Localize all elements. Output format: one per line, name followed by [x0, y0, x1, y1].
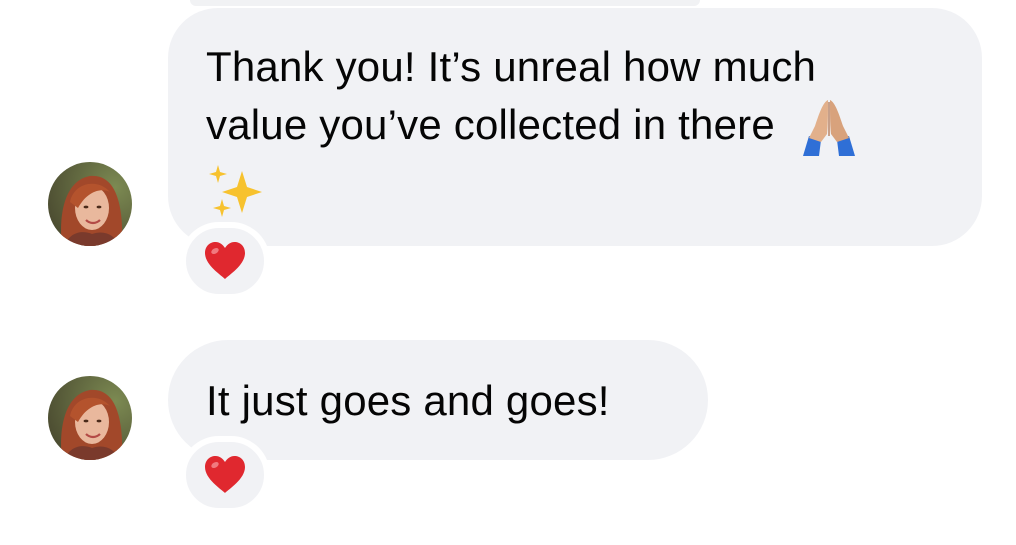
previous-message-edge — [190, 0, 700, 6]
avatar-photo — [48, 376, 132, 460]
message-text-line: Thank you! It’s unreal how much — [206, 43, 817, 90]
message-text-line: value you’ve collected in there — [206, 101, 775, 148]
message-bubble[interactable]: Thank you! It’s unreal how much value yo… — [168, 8, 982, 246]
message-text-line: It just goes and goes! — [206, 377, 610, 424]
folded-hands-emoji — [797, 96, 861, 156]
sender-avatar[interactable] — [48, 376, 132, 460]
red-heart-emoji — [203, 455, 247, 495]
avatar-photo — [48, 162, 132, 246]
sparkles-emoji — [206, 163, 268, 221]
sender-avatar[interactable] — [48, 162, 132, 246]
message-reaction[interactable] — [180, 222, 270, 300]
red-heart-emoji — [203, 241, 247, 281]
chat-thread: Thank you! It’s unreal how much value yo… — [0, 0, 1016, 545]
message-reaction[interactable] — [180, 436, 270, 514]
